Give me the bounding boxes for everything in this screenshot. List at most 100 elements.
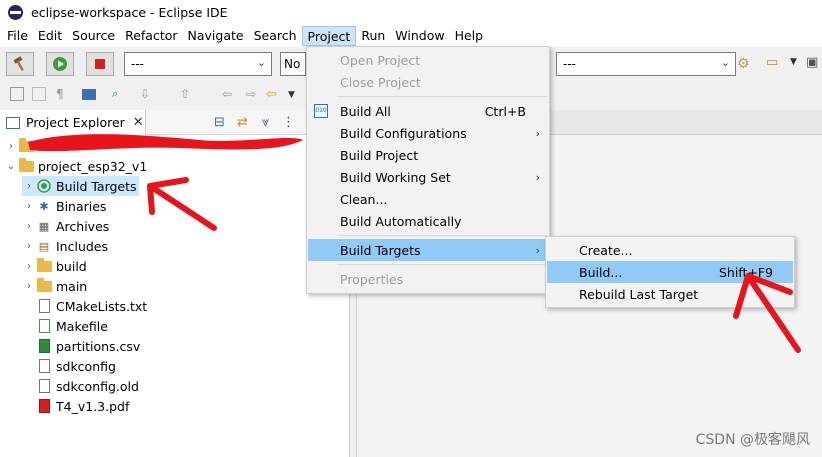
- menu-item-build-configurations[interactable]: Build Configurations ›: [308, 122, 548, 144]
- launch-config-combo[interactable]: No: [280, 52, 306, 76]
- launch-stop-button[interactable]: [86, 52, 114, 76]
- tree-row-archives[interactable]: › ▦ Archives: [22, 216, 109, 236]
- launch-run-button[interactable]: [46, 52, 74, 76]
- dropdown-arrow-icon[interactable]: ▼: [288, 90, 302, 104]
- tree-item-label: Archives: [56, 218, 110, 234]
- chevron-right-icon[interactable]: ›: [22, 241, 36, 252]
- tree-row-sdkconfig-old[interactable]: sdkconfig.old: [36, 376, 139, 396]
- menu-help[interactable]: Help: [450, 26, 489, 46]
- chevron-down-icon[interactable]: ⌄: [4, 161, 18, 172]
- menu-item-clean[interactable]: Clean...: [308, 188, 548, 210]
- tree-item-label: CMakeLists.txt: [56, 298, 148, 314]
- new-window-icon[interactable]: ▭: [766, 55, 778, 70]
- link-editor-icon[interactable]: ⇄: [235, 115, 250, 130]
- menu-run[interactable]: Run: [356, 26, 390, 46]
- folder-icon: [36, 277, 52, 293]
- menu-search[interactable]: Search: [249, 26, 302, 46]
- chevron-right-icon: ›: [535, 243, 540, 257]
- menu-item-open-project[interactable]: Open Project: [308, 49, 548, 71]
- tree-row-makefile[interactable]: Makefile: [36, 316, 108, 336]
- folder-icon: [36, 257, 52, 273]
- menu-edit[interactable]: Edit: [33, 26, 67, 46]
- back-history-icon[interactable]: ⇦: [222, 87, 236, 101]
- tree-row-pdf[interactable]: T4_v1.3.pdf: [36, 396, 129, 416]
- explorer-tab-label: Project Explorer: [26, 115, 125, 130]
- menu-item-build-project[interactable]: Build Project: [308, 144, 548, 166]
- project-icon: [18, 137, 34, 153]
- menu-source[interactable]: Source: [67, 26, 120, 46]
- gear-icon[interactable]: ⚙: [737, 56, 750, 72]
- menu-item-build-all[interactable]: 010 Build All Ctrl+B: [308, 100, 548, 122]
- console-icon[interactable]: [82, 89, 96, 100]
- tree-row-main[interactable]: › main: [22, 276, 87, 296]
- chevron-right-icon[interactable]: ›: [22, 221, 36, 232]
- submenu-item-rebuild-last-target[interactable]: Rebuild Last Target: [547, 283, 793, 305]
- menu-item-build-automatically[interactable]: Build Automatically: [308, 210, 548, 232]
- build-all-shortcut: Ctrl+B: [484, 103, 526, 119]
- search-icon[interactable]: ⌕: [112, 87, 126, 101]
- chevron-right-icon[interactable]: ›: [22, 261, 36, 272]
- tree-row-binaries[interactable]: › ✱ Binaries: [22, 196, 106, 216]
- window-title: eclipse-workspace - Eclipse IDE: [31, 5, 228, 20]
- tree-row-cmakelists[interactable]: CMakeLists.txt: [36, 296, 147, 316]
- build-targets-submenu: Create... Build... Shift+F9 Rebuild Last…: [545, 236, 795, 308]
- copy-icon[interactable]: [32, 87, 46, 101]
- tree-row-hidden-project[interactable]: ›: [4, 136, 38, 156]
- up-icon[interactable]: ⇧: [180, 87, 194, 101]
- view-menu-icon[interactable]: ⋮: [281, 115, 296, 130]
- file-icon: [36, 359, 52, 373]
- filter-icon[interactable]: ⩔: [258, 115, 273, 130]
- tree-item-label: T4_v1.3.pdf: [56, 398, 130, 414]
- text-file-icon: [36, 299, 52, 313]
- binaries-icon: ✱: [39, 199, 49, 213]
- tree-row-sdkconfig[interactable]: sdkconfig: [36, 356, 116, 376]
- down-icon[interactable]: ⇩: [140, 87, 154, 101]
- tree-item-label: Build Targets: [56, 178, 137, 194]
- close-icon[interactable]: ✕: [133, 115, 144, 130]
- menu-window[interactable]: Window: [390, 26, 449, 46]
- chevron-right-icon[interactable]: ›: [22, 181, 36, 192]
- menu-separator: [337, 96, 547, 97]
- menu-project[interactable]: Project: [301, 26, 357, 46]
- submenu-item-build[interactable]: Build... Shift+F9: [547, 261, 793, 283]
- launch-config-value: No: [284, 57, 301, 71]
- tree-item-label: sdkconfig: [56, 358, 116, 374]
- tree-item-label: build: [56, 258, 87, 274]
- stop-icon: [95, 59, 105, 69]
- tree-item-label: Binaries: [56, 198, 107, 214]
- back-arrow-icon[interactable]: ⇦: [266, 87, 280, 102]
- launch-target-combo[interactable]: --- ⌄: [556, 52, 736, 76]
- title-bar: eclipse-workspace - Eclipse IDE: [0, 0, 822, 25]
- forward-history-icon[interactable]: ⇨: [246, 87, 260, 101]
- menu-bar: File Edit Source Refactor Navigate Searc…: [0, 25, 822, 47]
- project-explorer-panel: Project Explorer ✕ ⊟ ⇄ ⩔ ⋮ › ⌄ project_e…: [0, 110, 350, 457]
- dropdown-arrow-icon[interactable]: ▼: [790, 57, 797, 67]
- submenu-item-create[interactable]: Create...: [547, 239, 793, 261]
- save-icon[interactable]: ▣: [806, 55, 818, 70]
- menu-navigate[interactable]: Navigate: [183, 26, 249, 46]
- tree-row-project[interactable]: ⌄ project_esp32_v1: [4, 156, 147, 176]
- collapse-all-icon[interactable]: ⊟: [212, 115, 227, 130]
- tree-row-build-targets[interactable]: › Build Targets: [22, 176, 139, 196]
- menu-item-properties[interactable]: Properties: [308, 268, 548, 290]
- menu-item-close-project[interactable]: Close Project: [308, 71, 548, 93]
- launch-mode-combo[interactable]: --- ⌄: [124, 52, 272, 76]
- eclipse-logo-icon: [8, 5, 23, 20]
- watermark: CSDN @极客飓风: [695, 432, 810, 448]
- tree-row-build[interactable]: › build: [22, 256, 87, 276]
- makefile-icon: [36, 319, 52, 333]
- toggle-icon[interactable]: [10, 87, 24, 101]
- menu-file[interactable]: File: [2, 26, 33, 46]
- tab-project-explorer[interactable]: Project Explorer ✕: [0, 110, 146, 135]
- chevron-right-icon[interactable]: ›: [4, 141, 18, 152]
- chevron-right-icon[interactable]: ›: [22, 281, 36, 292]
- menu-separator: [337, 264, 547, 265]
- menu-item-build-targets[interactable]: Build Targets ›: [308, 239, 548, 261]
- menu-refactor[interactable]: Refactor: [120, 26, 182, 46]
- tree-row-includes[interactable]: › ▤ Includes: [22, 236, 108, 256]
- build-hammer-button[interactable]: [6, 52, 34, 76]
- chevron-right-icon[interactable]: ›: [22, 201, 36, 212]
- tree-row-partitions[interactable]: partitions.csv: [36, 336, 140, 356]
- pilcrow-icon[interactable]: ¶: [56, 87, 70, 101]
- menu-item-build-working-set[interactable]: Build Working Set ›: [308, 166, 548, 188]
